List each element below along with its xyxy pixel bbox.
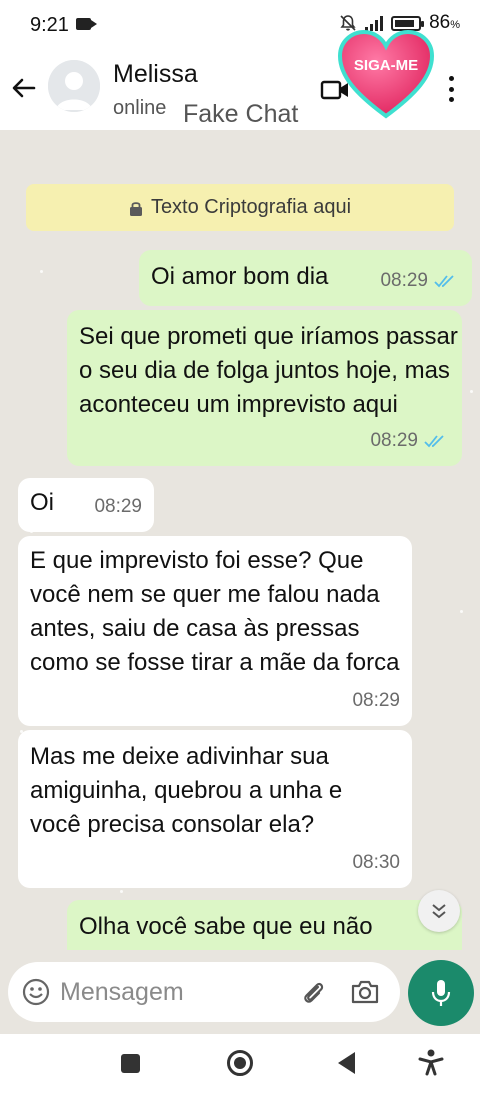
message-meta: 08:29 — [370, 424, 446, 458]
scroll-down-button[interactable] — [418, 890, 460, 932]
default-avatar-icon — [48, 60, 100, 112]
microphone-icon — [431, 980, 451, 1006]
attachment-clip-icon[interactable] — [298, 977, 328, 1007]
message-bubble-incoming[interactable]: Mas me deixe adivinhar sua amiguinha, qu… — [18, 730, 412, 888]
back-triangle-icon[interactable] — [338, 1052, 355, 1074]
message-meta: 08:30 — [352, 846, 400, 880]
encryption-notice[interactable]: Texto Criptografia aqui — [26, 184, 454, 231]
follow-heart-badge[interactable]: SIGA-ME — [336, 26, 436, 122]
message-bubble-incoming[interactable]: Oi 08:29 — [18, 478, 154, 532]
contact-name[interactable]: Melissa — [113, 60, 198, 89]
message-text: E que imprevisto foi esse? Que você nem … — [30, 547, 400, 676]
chat-header: Melissa online Fake Chat SIGA-ME — [0, 29, 480, 130]
message-text: Mas me deixe adivinhar sua amiguinha, qu… — [30, 743, 343, 838]
message-placeholder[interactable]: Mensagem — [60, 978, 184, 1007]
message-time: 08:29 — [380, 270, 428, 291]
status-time: 9:21 — [30, 14, 69, 36]
camera-icon[interactable] — [350, 978, 380, 1006]
message-text: Oi amor bom dia — [151, 263, 329, 290]
fake-chat-label: Fake Chat — [183, 100, 299, 128]
lock-icon — [129, 201, 142, 216]
message-composer: Mensagem — [0, 950, 480, 1034]
avatar[interactable] — [48, 60, 100, 112]
double-check-read-icon — [434, 275, 454, 288]
message-time: 08:29 — [370, 430, 418, 451]
video-recording-icon — [76, 18, 97, 30]
message-input[interactable]: Mensagem — [8, 962, 400, 1022]
message-bubble-outgoing[interactable]: Sei que prometi que iríamos passar o seu… — [67, 310, 462, 466]
accessibility-icon[interactable] — [418, 1048, 444, 1076]
chat-area[interactable]: Texto Criptografia aqui Oi amor bom dia … — [0, 130, 480, 960]
message-time: 08:29 — [352, 690, 400, 711]
system-navigation-bar — [0, 1034, 480, 1094]
recent-apps-icon[interactable] — [121, 1054, 140, 1073]
message-bubble-incoming[interactable]: E que imprevisto foi esse? Que você nem … — [18, 536, 412, 726]
emoji-icon[interactable] — [22, 978, 50, 1006]
badge-text: SIGA-ME — [354, 57, 418, 74]
double-chevron-down-icon — [432, 904, 446, 919]
more-options-icon[interactable] — [442, 74, 460, 104]
message-meta: 08:29 — [380, 264, 456, 298]
message-text: Olha você sabe que eu não — [79, 913, 373, 940]
message-time: 08:29 — [94, 496, 142, 517]
back-arrow-icon[interactable] — [8, 72, 40, 104]
contact-status: online — [113, 97, 167, 119]
home-icon[interactable] — [227, 1050, 253, 1076]
message-time: 08:30 — [352, 852, 400, 873]
double-check-read-icon — [424, 435, 444, 448]
microphone-button[interactable] — [408, 960, 474, 1026]
message-text: Sei que prometi que iríamos passar o seu… — [79, 323, 458, 418]
message-meta: 08:29 — [94, 490, 142, 524]
message-text: Oi — [30, 489, 54, 516]
encryption-notice-text: Texto Criptografia aqui — [150, 196, 352, 218]
message-bubble-outgoing[interactable]: Oi amor bom dia 08:29 — [139, 250, 472, 306]
message-meta: 08:29 — [352, 684, 400, 718]
